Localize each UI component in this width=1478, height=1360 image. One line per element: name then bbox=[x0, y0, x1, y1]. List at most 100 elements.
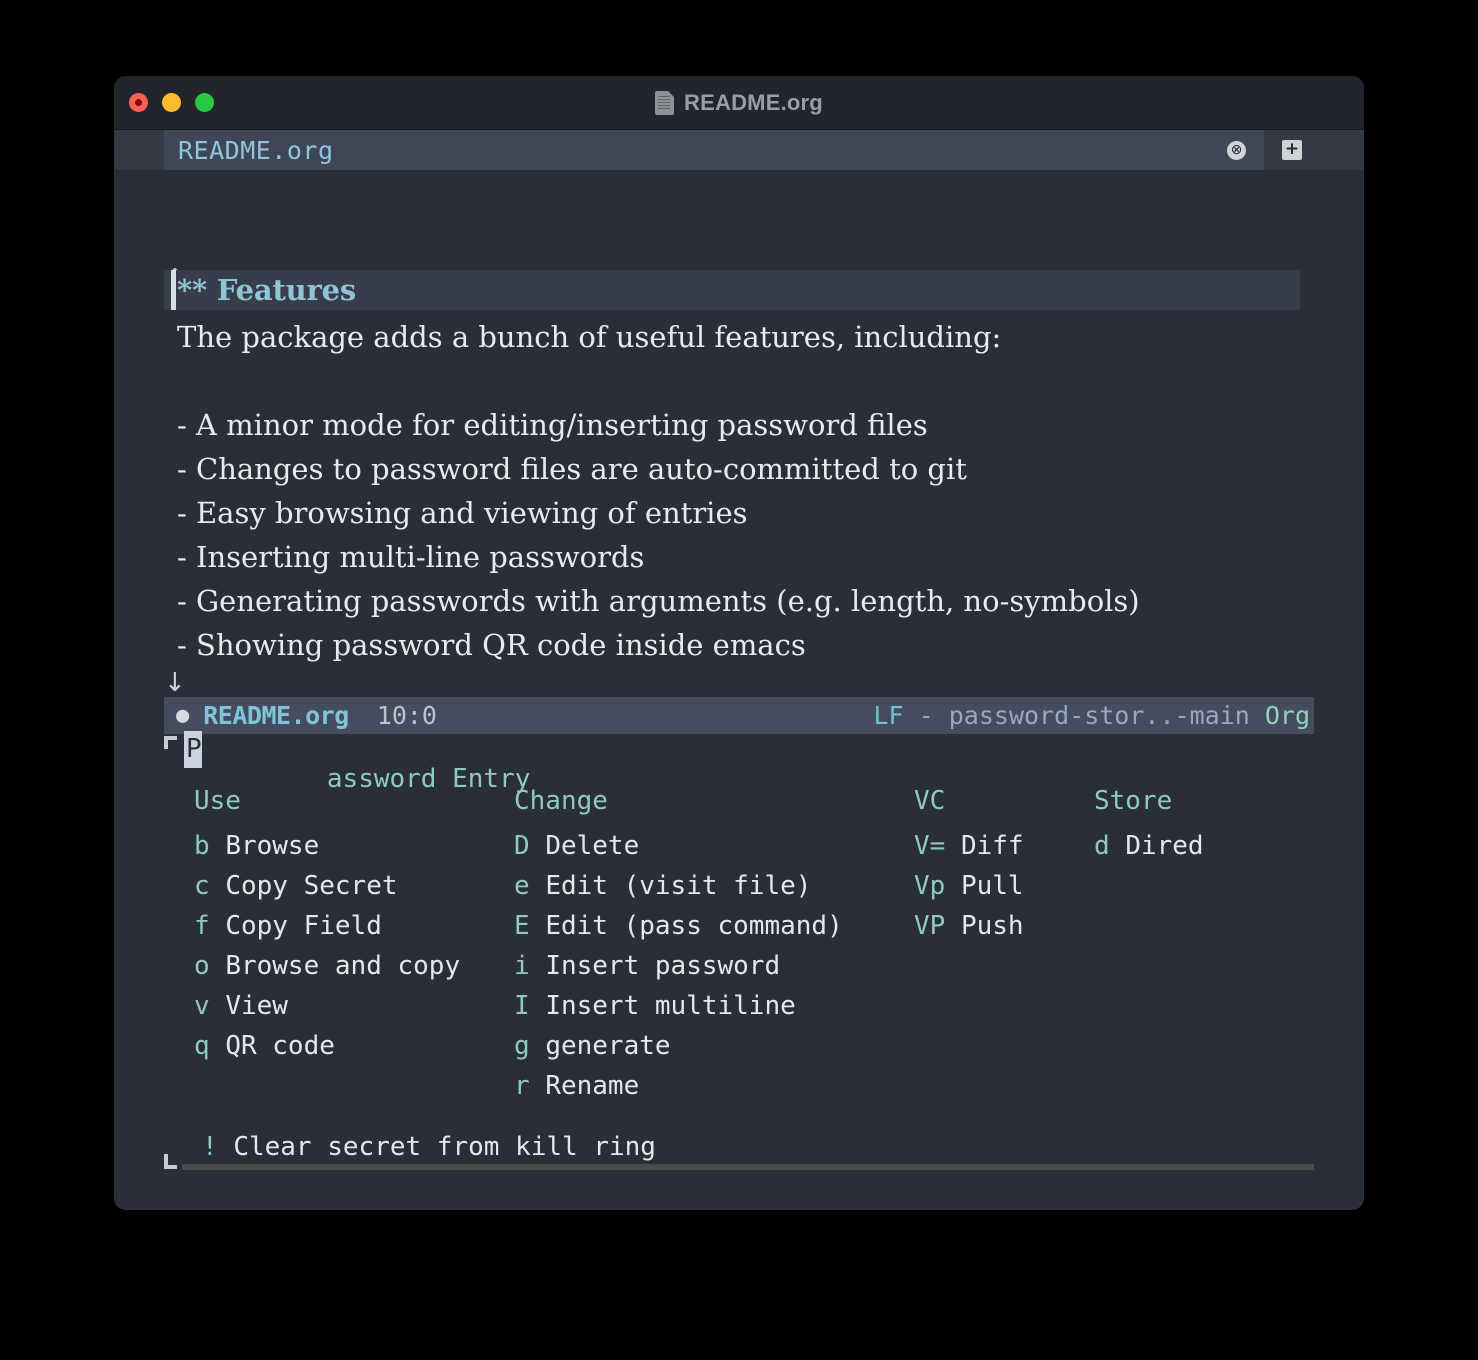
tab-readme-org[interactable]: README.org ⊗ bbox=[164, 130, 1264, 170]
binding-key: o bbox=[194, 951, 210, 981]
binding-key: VP bbox=[914, 911, 946, 941]
binding-desc: Copy Secret bbox=[225, 871, 398, 901]
binding-desc: Delete bbox=[545, 831, 640, 861]
binding-key: E bbox=[514, 911, 530, 941]
modified-indicator-icon: ● bbox=[176, 703, 190, 728]
feature-item-2: - Changes to password files are auto-com… bbox=[177, 452, 967, 486]
binding-desc: Edit (visit file) bbox=[545, 871, 812, 901]
transient-binding-f[interactable]: f Copy Field bbox=[194, 906, 460, 946]
tab-label: README.org bbox=[178, 135, 334, 165]
binding-key: D bbox=[514, 831, 530, 861]
binding-desc: Clear secret from kill ring bbox=[233, 1132, 656, 1162]
transient-column-use: Use b Browse c Copy Secret f Copy Field … bbox=[194, 786, 460, 1066]
transient-corner-top-left bbox=[164, 736, 177, 749]
binding-key: c bbox=[194, 871, 210, 901]
transient-binding-q[interactable]: q QR code bbox=[194, 1026, 460, 1066]
transient-column-header-store: Store bbox=[1094, 786, 1173, 816]
binding-key: V= bbox=[914, 831, 946, 861]
window-titlebar: README.org bbox=[114, 76, 1364, 130]
binding-desc: QR code bbox=[225, 1031, 335, 1061]
transient-column-store: Store d Dired bbox=[1094, 786, 1204, 866]
modeline-spacer-2 bbox=[1250, 701, 1265, 730]
binding-key: Vp bbox=[914, 871, 946, 901]
transient-title-cursor-char: P bbox=[186, 734, 202, 764]
transient-column-header-vc: VC bbox=[914, 786, 946, 816]
feature-item-5: - Generating passwords with arguments (e… bbox=[177, 584, 1140, 618]
transient-binding-d[interactable]: d Dired bbox=[1094, 826, 1204, 866]
tab-bar: README.org ⊗ + bbox=[114, 130, 1364, 170]
transient-popup: Password Entry P Use b Browse c Copy Sec… bbox=[164, 731, 1314, 1189]
modeline-right-group: LF - password-stor..-main Org bbox=[873, 701, 1310, 730]
binding-key: ! bbox=[202, 1132, 218, 1162]
binding-key: f bbox=[194, 911, 210, 941]
window-title: README.org bbox=[684, 90, 823, 115]
emacs-window: README.org README.org ⊗ + ↑ ** Features … bbox=[114, 76, 1364, 1210]
binding-desc: Diff bbox=[960, 831, 1024, 861]
binding-desc: Pull bbox=[960, 871, 1024, 901]
feature-item-4: - Inserting multi-line passwords bbox=[177, 540, 645, 574]
binding-desc: Insert password bbox=[545, 951, 781, 981]
transient-binding-E[interactable]: E Edit (pass command) bbox=[514, 906, 843, 946]
emacs-frame: README.org ⊗ + ↑ ** Features The package… bbox=[114, 130, 1364, 1210]
window-title-group: README.org bbox=[114, 76, 1364, 130]
document-icon bbox=[655, 91, 675, 115]
binding-key: d bbox=[1094, 831, 1110, 861]
modeline-vc: - password-stor..-main bbox=[918, 701, 1250, 730]
maximize-button[interactable] bbox=[195, 93, 214, 112]
modeline-position: 10:0 bbox=[376, 701, 437, 730]
fringe-down-arrow-icon: ↓ bbox=[164, 668, 186, 698]
binding-desc: Browse and copy bbox=[225, 951, 461, 981]
binding-key: g bbox=[514, 1031, 530, 1061]
transient-binding-D[interactable]: D Delete bbox=[514, 826, 843, 866]
new-tab-icon[interactable]: + bbox=[1282, 140, 1302, 160]
transient-column-change: Change D Delete e Edit (visit file) E Ed… bbox=[514, 786, 843, 1106]
binding-desc: Insert multiline bbox=[545, 991, 796, 1021]
transient-binding-V-equals[interactable]: V= Diff bbox=[914, 826, 1024, 866]
binding-key: e bbox=[514, 871, 530, 901]
tab-close-icon[interactable]: ⊗ bbox=[1227, 140, 1246, 160]
transient-binding-i[interactable]: i Insert password bbox=[514, 946, 843, 986]
modeline: ● README.org 10:0 LF - password-stor..-m… bbox=[164, 697, 1314, 734]
text-cursor bbox=[171, 270, 176, 310]
modeline-major-mode: Org bbox=[1264, 701, 1310, 730]
transient-binding-c[interactable]: c Copy Secret bbox=[194, 866, 460, 906]
transient-binding-Vp[interactable]: Vp Pull bbox=[914, 866, 1024, 906]
transient-binding-r[interactable]: r Rename bbox=[514, 1066, 843, 1106]
transient-binding-o[interactable]: o Browse and copy bbox=[194, 946, 460, 986]
binding-desc: Edit (pass command) bbox=[545, 911, 843, 941]
feature-item-3: - Easy browsing and viewing of entries bbox=[177, 496, 748, 530]
binding-key: q bbox=[194, 1031, 210, 1061]
transient-binding-VP[interactable]: VP Push bbox=[914, 906, 1024, 946]
org-paragraph: The package adds a bunch of useful featu… bbox=[177, 320, 1002, 354]
feature-item-1: - A minor mode for editing/inserting pas… bbox=[177, 408, 928, 442]
binding-desc: Push bbox=[960, 911, 1024, 941]
binding-key: r bbox=[514, 1071, 530, 1101]
transient-column-vc: VC V= Diff Vp Pull VP Push bbox=[914, 786, 1024, 946]
minimize-button[interactable] bbox=[162, 93, 181, 112]
transient-binding-v[interactable]: v View bbox=[194, 986, 460, 1026]
modeline-buffer-name: README.org bbox=[203, 701, 349, 730]
transient-binding-b[interactable]: b Browse bbox=[194, 826, 460, 866]
binding-desc: Dired bbox=[1125, 831, 1204, 861]
binding-desc: Rename bbox=[545, 1071, 640, 1101]
transient-column-header-use: Use bbox=[194, 786, 241, 816]
binding-desc: Copy Field bbox=[225, 911, 382, 941]
transient-binding-g[interactable]: g generate bbox=[514, 1026, 843, 1066]
binding-key: i bbox=[514, 951, 530, 981]
binding-key: b bbox=[194, 831, 210, 861]
binding-desc: generate bbox=[545, 1031, 671, 1061]
binding-desc: View bbox=[225, 991, 288, 1021]
binding-key: I bbox=[514, 991, 530, 1021]
close-button[interactable] bbox=[129, 93, 148, 112]
transient-corner-bottom-left bbox=[164, 1154, 177, 1169]
modeline-eol: LF bbox=[873, 701, 904, 730]
feature-item-6: - Showing password QR code inside emacs bbox=[177, 628, 806, 662]
binding-key: v bbox=[194, 991, 210, 1021]
transient-binding-I[interactable]: I Insert multiline bbox=[514, 986, 843, 1026]
transient-column-header-change: Change bbox=[514, 786, 608, 816]
org-heading: ** Features bbox=[177, 273, 357, 307]
transient-binding-clear-secret[interactable]: ! Clear secret from kill ring bbox=[202, 1132, 656, 1162]
transient-bottom-border bbox=[182, 1164, 1314, 1170]
modeline-spacer-1 bbox=[904, 701, 919, 730]
transient-binding-e[interactable]: e Edit (visit file) bbox=[514, 866, 843, 906]
